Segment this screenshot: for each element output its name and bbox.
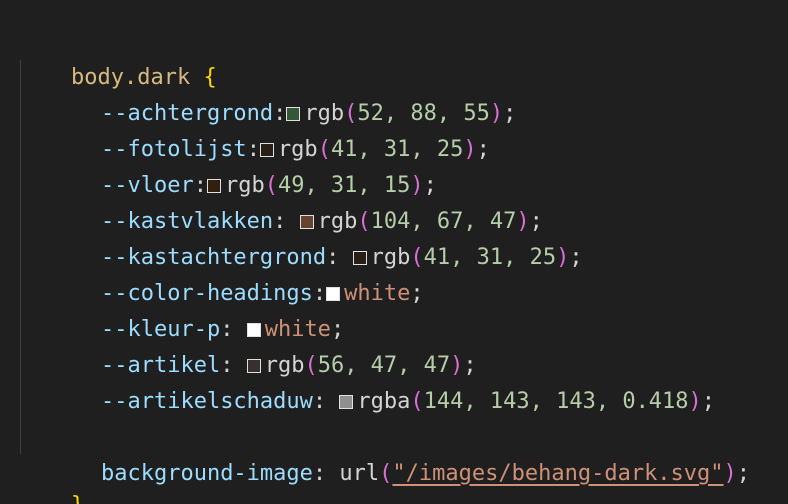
close-brace: }	[71, 493, 84, 504]
value-args: 144, 143, 143, 0.418	[423, 389, 689, 414]
code-line-declaration: --artikel: rgb(56, 47, 47);	[100, 353, 477, 378]
css-property: --artikelschaduw	[100, 389, 313, 414]
value-args: 41, 31, 25	[423, 245, 557, 270]
code-line-declaration: --vloer: rgb(49, 31, 15);	[100, 173, 437, 198]
code-editor[interactable]: body.dark { --achtergrond: rgb(52, 88, 55…	[0, 0, 788, 504]
css-property: background-image	[100, 461, 313, 486]
value-function: rgba	[357, 389, 411, 414]
code-line-declaration: --kastvlakken: rgb(104, 67, 47);	[100, 209, 543, 234]
code-line-declaration: --fotolijst: rgb(41, 31, 25);	[100, 137, 490, 162]
code-line-declaration: --artikelschaduw: rgba(144, 143, 143, 0.…	[100, 389, 716, 414]
code-line-declaration: --kastachtergrond: rgb(41, 31, 25);	[100, 245, 583, 270]
code-line-declaration: --kleur-p: white;	[100, 317, 345, 342]
code-line-declaration: --achtergrond: rgb(52, 88, 55);	[100, 101, 517, 126]
url-link[interactable]: "/images/behang-dark.svg"	[392, 461, 723, 486]
code-line-selector: body.dark {	[18, 24, 217, 90]
color-swatch-icon[interactable]	[339, 395, 354, 409]
code-line-close: }	[18, 452, 84, 504]
colon: :	[312, 389, 340, 414]
value-function: url	[339, 461, 380, 486]
value-keyword: white	[344, 281, 411, 306]
code-line-background-image: background-image: url("/images/behang-da…	[100, 461, 751, 486]
code-line-declaration: --color-headings: white;	[100, 281, 424, 306]
